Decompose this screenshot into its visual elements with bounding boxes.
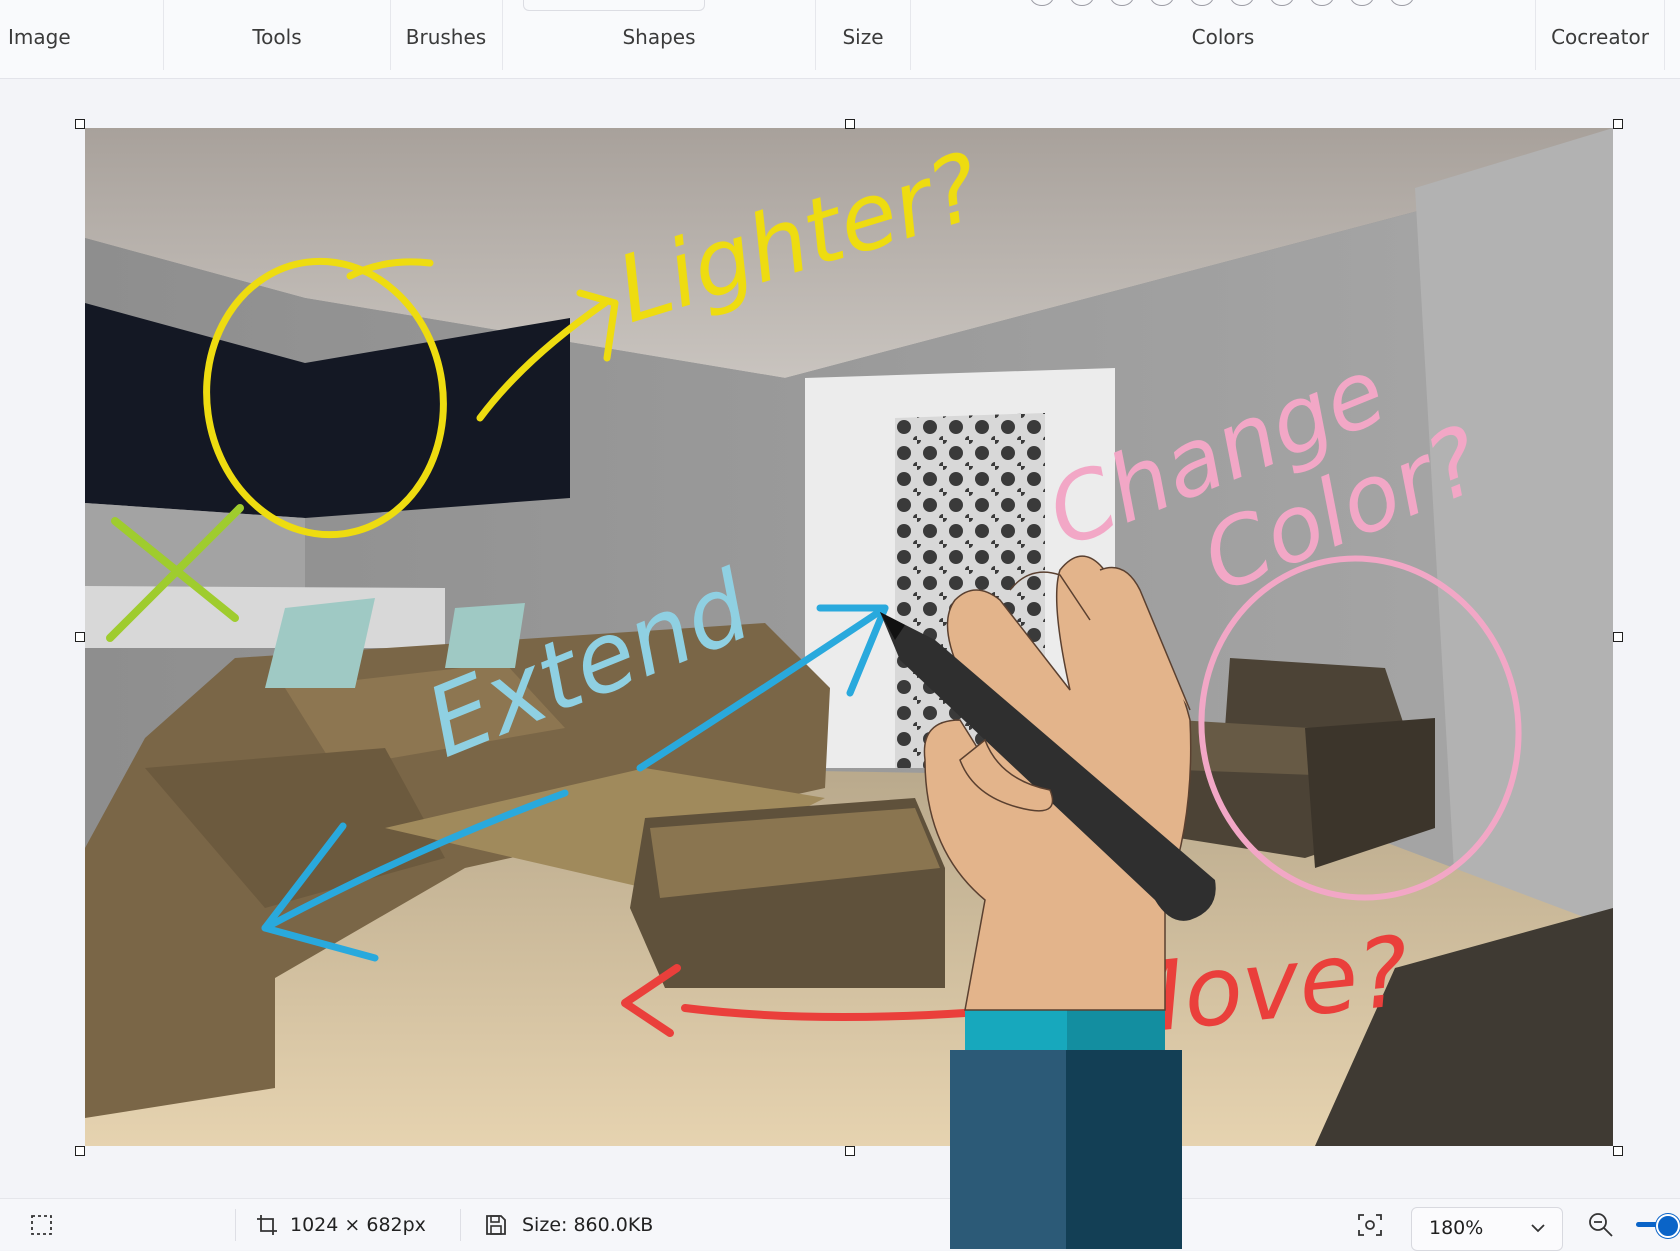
chevron-down-icon: [1530, 1220, 1546, 1236]
ribbon-label-size: Size: [842, 25, 884, 49]
zoom-value: 180%: [1429, 1217, 1484, 1239]
ribbon-label-image: Image: [8, 25, 71, 49]
focus-icon[interactable]: [1357, 1199, 1383, 1250]
ribbon-label-cocreator: Cocreator: [1551, 25, 1649, 49]
resize-handle-top-right[interactable]: [1613, 119, 1623, 129]
file-size-text: Size: 860.0KB: [522, 1213, 654, 1236]
resize-handle-top[interactable]: [845, 119, 855, 129]
resize-handle-bottom-left[interactable]: [75, 1146, 85, 1156]
drawing-canvas[interactable]: Lighter? Extend Change Color? Move?: [85, 128, 1613, 1146]
status-divider: [235, 1209, 236, 1241]
ribbon-group-tools[interactable]: Tools: [164, 0, 390, 70]
zoom-out-icon[interactable]: [1588, 1199, 1614, 1250]
zoom-slider-thumb[interactable]: [1656, 1214, 1680, 1238]
resize-handle-top-left[interactable]: [75, 119, 85, 129]
resize-handle-bottom-right[interactable]: [1613, 1146, 1623, 1156]
ribbon-group-colors[interactable]: Colors: [911, 0, 1535, 70]
file-size: Size: 860.0KB: [484, 1199, 653, 1250]
yellow-annotation-text: Lighter?: [605, 133, 993, 344]
ribbon-label-tools: Tools: [252, 25, 302, 49]
ribbon-group-size[interactable]: Size: [816, 0, 910, 70]
dimensions-text: 1024 × 682px: [290, 1213, 426, 1236]
ribbon-group-brushes[interactable]: Brushes: [391, 0, 501, 70]
resize-handle-right[interactable]: [1613, 632, 1623, 642]
save-icon: [484, 1213, 508, 1237]
resize-handle-left[interactable]: [75, 632, 85, 642]
ribbon-group-image[interactable]: Image: [0, 0, 72, 70]
ribbon-group-shapes[interactable]: Shapes: [503, 0, 815, 70]
ribbon-label-colors: Colors: [1191, 25, 1255, 49]
ribbon-toolbar: Image Tools Brushes Shapes Size Colors C…: [0, 0, 1680, 79]
yellow-arrow-stroke: [476, 299, 609, 422]
zoom-dropdown[interactable]: 180%: [1411, 1207, 1563, 1251]
ribbon-group-cocreator[interactable]: Cocreator: [1536, 0, 1664, 70]
ribbon-label-shapes: Shapes: [622, 25, 696, 49]
blue-annotation-text: Extend: [412, 549, 766, 779]
yellow-circle-stroke: [203, 257, 447, 539]
selection-icon[interactable]: [30, 1199, 54, 1250]
red-arrow-stroke: [681, 1004, 969, 1021]
resize-handle-bottom[interactable]: [845, 1146, 855, 1156]
status-bar: 1024 × 682px Size: 860.0KB 180%: [0, 1198, 1680, 1251]
canvas-size-icon: [256, 1214, 278, 1236]
red-annotation-text: Move?: [1096, 915, 1414, 1059]
ribbon-divider: [1664, 0, 1665, 70]
ribbon-label-brushes: Brushes: [405, 25, 487, 49]
canvas-dimensions: 1024 × 682px: [256, 1199, 426, 1250]
status-divider: [460, 1209, 461, 1241]
doodle-layer: Lighter? Extend Change Color? Move?: [106, 133, 1522, 1059]
